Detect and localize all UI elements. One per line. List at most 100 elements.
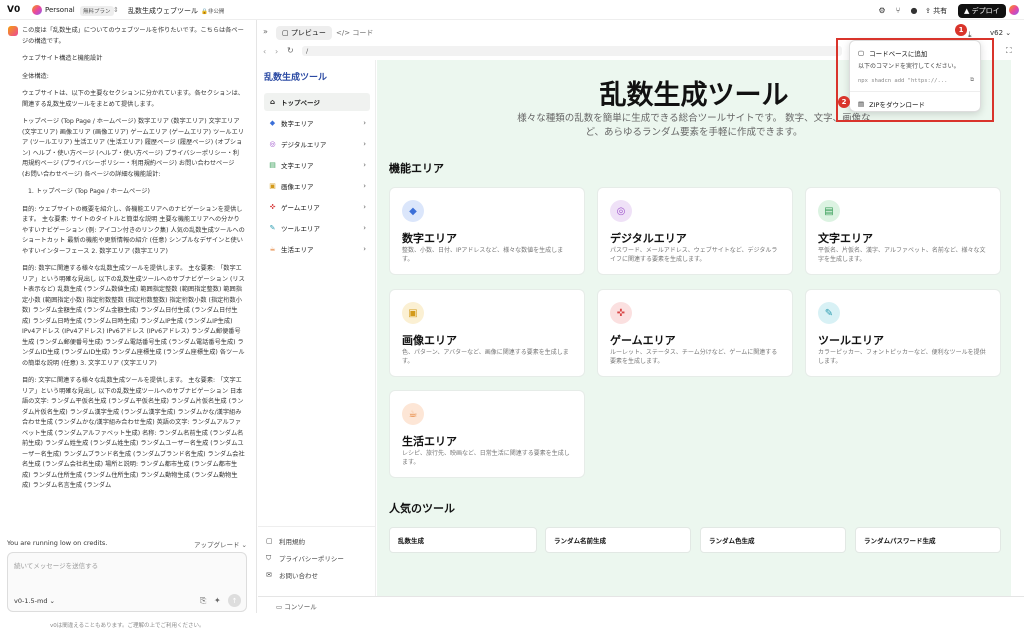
- wrench-icon: ✎: [269, 224, 276, 232]
- workspace-avatar[interactable]: [32, 5, 42, 15]
- popular-tool[interactable]: ランダム色生成: [700, 527, 846, 553]
- card-description: 整数、小数、日付、IPアドレスなど、様々な数値を生成します。: [402, 247, 564, 263]
- refresh-icon[interactable]: ↻: [287, 46, 294, 55]
- sidebar-item-game[interactable]: ✜ ゲームエリア ›: [264, 198, 370, 216]
- sidebar-item-label: ゲームエリア: [281, 204, 320, 212]
- popular-tool[interactable]: 乱数生成: [389, 527, 537, 553]
- attach-icon[interactable]: ⎘: [200, 596, 206, 606]
- sidebar-item-numbers[interactable]: ◆ 数字エリア ›: [264, 114, 370, 132]
- app-title: 乱数生成ツール: [264, 73, 328, 83]
- card-image[interactable]: ▣ 画像エリア 色、パターン、アバターなど、画像に関連する要素を生成します。: [389, 289, 585, 377]
- sidebar-item-label: デジタルエリア: [281, 141, 327, 149]
- preview-icon: ▢: [282, 29, 289, 37]
- fork-icon[interactable]: ⑂: [893, 5, 903, 15]
- card-title: ゲームエリア: [610, 334, 676, 347]
- sidebar-item-text[interactable]: ▤ 文字エリア ›: [264, 156, 370, 174]
- chevron-down-icon: ⌄: [241, 541, 247, 549]
- home-icon: ⌂: [269, 98, 275, 106]
- v0-logo[interactable]: V0: [7, 5, 20, 15]
- divider: [258, 526, 376, 527]
- console-bar[interactable]: ▭ コンソール: [258, 596, 1024, 613]
- chat-paragraph: ウェブサイトは、以下の主要なセクションに分かれています。各セクションは、関連する…: [22, 90, 244, 108]
- fullscreen-icon[interactable]: ⛶: [1006, 46, 1012, 56]
- card-title: 画像エリア: [402, 334, 457, 347]
- card-game[interactable]: ✜ ゲームエリア ルーレット、ステータス、チーム分けなど、ゲームに関連する要素を…: [597, 289, 793, 377]
- highlight-box: [836, 38, 994, 122]
- credits-warning: You are running low on credits. アップグレード …: [7, 539, 247, 551]
- privacy-link[interactable]: ⛉ プライバシーポリシー: [266, 553, 344, 564]
- document-icon: ▤: [818, 200, 840, 222]
- sidebar-item-life[interactable]: ☕ 生活エリア ›: [264, 240, 370, 258]
- chevron-right-icon: ›: [363, 161, 366, 169]
- chevron-down-icon: ⌄: [1005, 29, 1012, 37]
- project-name[interactable]: 乱数生成ウェブツール: [128, 6, 198, 16]
- image-icon: ▣: [402, 302, 424, 324]
- chevron-updown-icon[interactable]: ⇕: [113, 6, 119, 14]
- terms-link[interactable]: ▢ 利用規約: [266, 536, 305, 546]
- model-label: v0-1.5-md: [14, 597, 48, 605]
- document-icon: ▢: [266, 537, 273, 545]
- popular-tool[interactable]: ランダム名前生成: [545, 527, 691, 553]
- sidebar-item-tools[interactable]: ✎ ツールエリア ›: [264, 219, 370, 237]
- deploy-button[interactable]: ▲ デプロイ: [958, 4, 1006, 18]
- send-icon[interactable]: ↑: [228, 594, 241, 607]
- tab-code-label: コード: [352, 29, 374, 37]
- share-button[interactable]: ⇪ 共有: [925, 6, 947, 16]
- tab-code[interactable]: </> コード: [330, 26, 379, 40]
- tab-preview-label: プレビュー: [290, 29, 326, 37]
- forward-icon[interactable]: ›: [275, 47, 278, 56]
- credits-text: You are running low on credits.: [7, 539, 108, 547]
- github-icon[interactable]: ●: [909, 5, 919, 15]
- chat-paragraph: 1. トップページ (Top Page / ホームページ): [28, 188, 150, 195]
- model-selector[interactable]: v0-1.5-md ⌄: [14, 597, 55, 605]
- card-numbers[interactable]: ◆ 数字エリア 整数、小数、日付、IPアドレスなど、様々な数値を生成します。: [389, 187, 585, 275]
- card-life[interactable]: ☕ 生活エリア レシピ、旅行先、映画など、日常生活に関連する要素を生成します。: [389, 390, 585, 478]
- share-label: 共有: [933, 7, 948, 15]
- document-icon: ▤: [269, 161, 276, 169]
- workspace-name[interactable]: Personal: [45, 6, 75, 14]
- sidebar-item-label: 文字エリア: [281, 162, 314, 170]
- user-avatar[interactable]: [1009, 5, 1019, 15]
- mail-icon: ✉: [266, 571, 272, 579]
- shapes-icon: ◆: [269, 119, 276, 127]
- sidebar-item-top[interactable]: ⌂ トップページ: [264, 93, 370, 111]
- contact-link[interactable]: ✉ お問い合わせ: [266, 570, 318, 580]
- back-icon[interactable]: ‹: [263, 47, 266, 56]
- globe-icon: ◎: [610, 200, 632, 222]
- sparkle-icon[interactable]: ✦: [214, 596, 221, 605]
- sidebar-item-image[interactable]: ▣ 画像エリア ›: [264, 177, 370, 195]
- gamepad-icon: ✜: [269, 203, 276, 211]
- chevron-right-icon: ›: [363, 203, 366, 211]
- card-digital[interactable]: ◎ デジタルエリア パスワード、メールアドレス、ウェブサイトなど、デジタルライフ…: [597, 187, 793, 275]
- upgrade-button[interactable]: アップグレード ⌄: [194, 539, 247, 551]
- card-tools[interactable]: ✎ ツールエリア カラーピッカー、フォントピッカーなど、便利なツールを提供します…: [805, 289, 1001, 377]
- message-input[interactable]: 続いてメッセージを送信する: [14, 560, 98, 570]
- chat-message: この度は「乱数生成」についてのウェブツールを作りたいです。こちらは各ページの構造…: [0, 20, 257, 540]
- expand-icon[interactable]: »: [263, 27, 268, 36]
- chat-paragraph: 目的: ウェブサイトの概要を紹介し、各機能エリアへのナビゲーションを提供します。…: [22, 205, 245, 255]
- visibility-label: 非公開: [207, 9, 225, 15]
- card-title: 数字エリア: [402, 232, 457, 245]
- upload-icon: ⇪: [925, 7, 931, 15]
- sidebar-item-digital[interactable]: ◎ デジタルエリア ›: [264, 135, 370, 153]
- wrench-icon: ✎: [818, 302, 840, 324]
- card-description: カラーピッカー、フォントピッカーなど、便利なツールを提供します。: [818, 349, 986, 365]
- chevron-right-icon: ›: [363, 182, 366, 190]
- tab-preview[interactable]: ▢ プレビュー: [276, 26, 332, 40]
- card-title: ツールエリア: [818, 334, 884, 347]
- url-bar[interactable]: /: [302, 46, 842, 56]
- visibility-badge[interactable]: 🔒非公開: [198, 6, 228, 16]
- popular-tool[interactable]: ランダムパスワード生成: [855, 527, 1001, 553]
- upgrade-label: アップグレード: [193, 541, 240, 549]
- card-description: 平仮名、片仮名、漢字、アルファベット、名前など、様々な文字を生成します。: [818, 247, 986, 263]
- disclaimer: v0は間違えることもあります。ご理解の上でご利用ください。: [50, 623, 205, 629]
- plan-badge: 無料プラン: [80, 6, 114, 16]
- shield-icon: ⛉: [266, 553, 272, 562]
- settings-icon[interactable]: ⚙: [877, 5, 887, 15]
- deploy-label: デプロイ: [971, 7, 1000, 15]
- chevron-right-icon: ›: [363, 245, 366, 253]
- chevron-right-icon: ›: [363, 119, 366, 127]
- chat-paragraph: ウェブサイト構造と機能設計: [22, 55, 103, 62]
- card-text[interactable]: ▤ 文字エリア 平仮名、片仮名、漢字、アルファベット、名前など、様々な文字を生成…: [805, 187, 1001, 275]
- version-selector[interactable]: v62 ⌄: [990, 29, 1011, 37]
